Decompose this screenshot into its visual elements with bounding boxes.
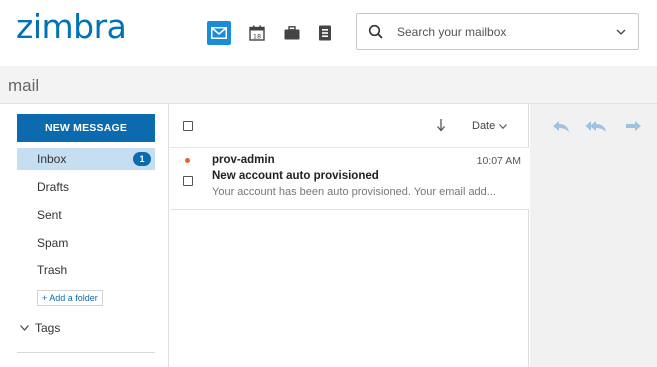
unread-count-badge: 1 xyxy=(133,152,151,166)
select-all-checkbox[interactable] xyxy=(183,121,193,131)
message-row[interactable]: prov-admin 10:07 AM New account auto pro… xyxy=(170,148,529,210)
top-header: zimbra 18 xyxy=(0,0,657,66)
app-title-bar: mail xyxy=(0,66,657,104)
folder-label: Drafts xyxy=(37,180,70,194)
app-title: mail xyxy=(8,76,40,95)
contacts-icon xyxy=(319,25,331,41)
folder-label: Inbox xyxy=(37,152,67,166)
calendar-icon: 18 xyxy=(249,25,265,41)
search-icon[interactable] xyxy=(367,23,385,41)
search-input[interactable] xyxy=(397,22,602,42)
chevron-down-icon[interactable] xyxy=(616,27,626,37)
add-folder-button[interactable]: + Add a folder xyxy=(37,290,103,306)
message-list: Date prov-admin 10:07 AM New account aut… xyxy=(170,104,529,367)
folder-label: Spam xyxy=(37,236,69,250)
sort-label: Date xyxy=(472,120,496,132)
forward-icon[interactable] xyxy=(624,119,642,133)
unread-indicator xyxy=(185,158,190,163)
message-subject: New account auto provisioned xyxy=(212,170,379,182)
message-checkbox[interactable] xyxy=(183,176,193,186)
search-box[interactable] xyxy=(356,13,639,50)
message-sender: prov-admin xyxy=(212,154,275,166)
chevron-down-icon xyxy=(499,123,508,129)
envelope-icon xyxy=(211,27,227,39)
reading-pane xyxy=(530,104,657,367)
sidebar-divider xyxy=(17,352,155,353)
folder-label: Sent xyxy=(37,208,62,222)
tags-toggle[interactable]: Tags xyxy=(20,321,60,335)
sidebar-item-sent[interactable]: Sent xyxy=(17,204,155,226)
sort-by-dropdown[interactable]: Date xyxy=(472,120,508,132)
new-message-button[interactable]: NEW MESSAGE xyxy=(17,114,155,142)
chevron-down-icon xyxy=(20,325,29,331)
briefcase-app-button[interactable] xyxy=(280,21,304,45)
message-time: 10:07 AM xyxy=(476,155,521,167)
mail-app-button[interactable] xyxy=(207,21,231,45)
tags-label: Tags xyxy=(35,321,61,335)
sidebar: NEW MESSAGE Inbox 1 Drafts Sent Spam Tra… xyxy=(0,104,169,367)
reply-all-icon[interactable] xyxy=(585,119,607,133)
reading-toolbar xyxy=(530,104,657,148)
calendar-app-button[interactable]: 18 xyxy=(245,21,269,45)
message-list-toolbar: Date xyxy=(170,104,529,148)
reply-icon[interactable] xyxy=(552,119,570,133)
contacts-app-button[interactable] xyxy=(313,21,337,45)
briefcase-icon xyxy=(284,26,300,40)
message-preview: Your account has been auto provisioned. … xyxy=(212,186,496,198)
arrow-down-icon[interactable] xyxy=(436,118,446,132)
zimbra-logo[interactable]: zimbra xyxy=(16,10,127,43)
sidebar-item-trash[interactable]: Trash xyxy=(17,259,155,281)
sidebar-item-spam[interactable]: Spam xyxy=(17,232,155,254)
sidebar-item-drafts[interactable]: Drafts xyxy=(17,176,155,198)
calendar-date-text: 18 xyxy=(253,32,261,40)
folder-label: Trash xyxy=(37,263,68,277)
sidebar-item-inbox[interactable]: Inbox 1 xyxy=(17,148,155,170)
